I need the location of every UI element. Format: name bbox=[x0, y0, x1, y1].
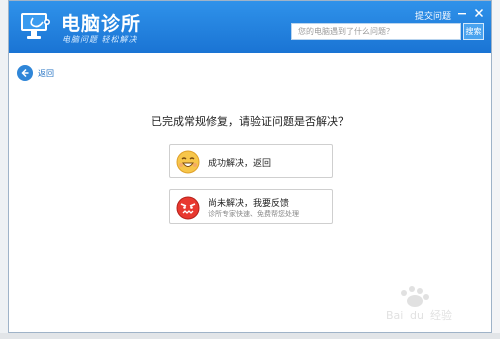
unresolved-feedback-button[interactable]: 尚未解决，我要反馈 诊所专家快速、免费帮您处理 bbox=[169, 189, 333, 224]
close-icon[interactable] bbox=[473, 7, 485, 19]
computer-stethoscope-logo-icon bbox=[21, 13, 50, 39]
minimize-icon[interactable] bbox=[456, 7, 468, 19]
svg-text:Bai: Bai bbox=[386, 309, 403, 322]
app-slogan: 电脑问题 轻松解决 bbox=[62, 35, 138, 44]
search-input[interactable] bbox=[291, 23, 461, 40]
app-title: 电脑诊所 bbox=[61, 13, 142, 35]
title-bar: 电脑诊所 电脑问题 轻松解决 提交问题 搜索 bbox=[9, 1, 491, 53]
happy-face-icon bbox=[176, 150, 200, 174]
unresolved-subtitle: 诊所专家快速、免费帮您处理 bbox=[208, 210, 299, 218]
back-button[interactable]: 返回 bbox=[17, 64, 54, 82]
search-button[interactable]: 搜索 bbox=[463, 23, 484, 40]
unresolved-label: 尚未解决，我要反馈 bbox=[208, 199, 290, 209]
angry-face-icon bbox=[176, 196, 200, 220]
verification-question: 已完成常规修复，请验证问题是否解决？ bbox=[151, 115, 349, 128]
svg-text:du: du bbox=[410, 309, 424, 322]
resolved-button[interactable]: 成功解决，返回 bbox=[169, 144, 333, 178]
resolved-label: 成功解决，返回 bbox=[208, 159, 272, 169]
back-arrow-icon bbox=[17, 65, 33, 81]
watermark-logo: Bai du 经验 bbox=[386, 286, 452, 322]
feedback-link[interactable]: 提交问题 bbox=[415, 9, 451, 22]
desktop-bottom-edge bbox=[0, 333, 500, 339]
desktop-right-edge bbox=[491, 0, 500, 339]
svg-text:经验: 经验 bbox=[430, 308, 452, 322]
back-label: 返回 bbox=[38, 68, 54, 78]
